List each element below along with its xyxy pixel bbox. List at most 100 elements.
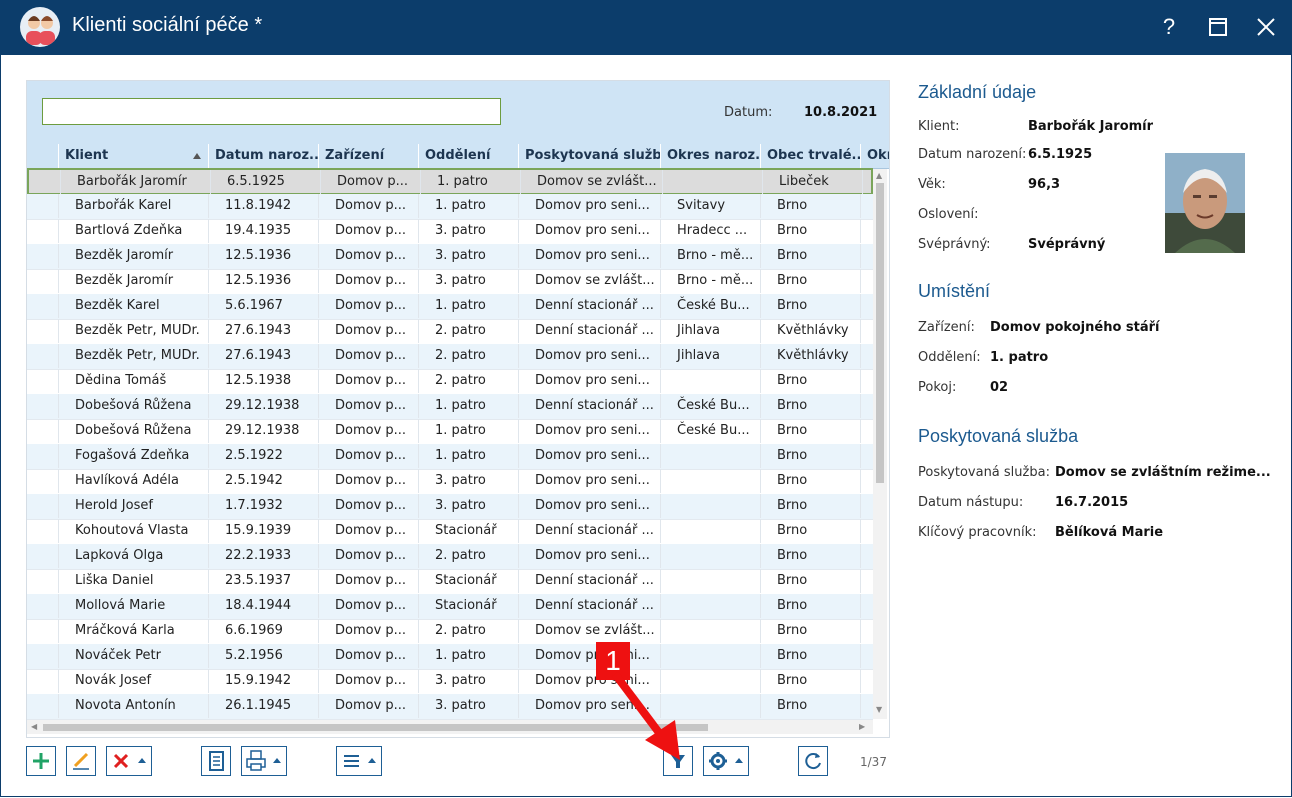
table-row[interactable]: Bartlová Zdeňka 19.4.1935 Domov p... 3. pat… xyxy=(27,219,873,245)
print-button[interactable] xyxy=(241,746,287,776)
edit-button[interactable] xyxy=(66,746,96,776)
cell-datum-narozeni: 29.12.1938 xyxy=(208,394,318,418)
table-row[interactable]: Kohoutová Vlasta 15.9.1939 Domov p... Staci… xyxy=(27,519,873,545)
delete-button[interactable] xyxy=(106,746,152,776)
cell-poskytovana-sluzba: Domov pro seni... xyxy=(518,469,660,493)
scroll-down-icon[interactable]: ▼ xyxy=(876,705,882,714)
table-row[interactable]: Barbořák Karel 11.8.1942 Domov p... 1. patr… xyxy=(27,194,873,220)
scroll-right-icon[interactable]: ▶ xyxy=(859,722,865,731)
header-okres[interactable]: Okr xyxy=(860,144,889,168)
cell-oddeleni: 1. patro xyxy=(418,644,518,668)
cell-okres-narozeni xyxy=(660,619,760,643)
competent-value: Svéprávný xyxy=(1028,237,1106,252)
cell-obec-trvale: Brno xyxy=(760,294,860,318)
row-indicator xyxy=(27,494,58,518)
cell-okres-narozeni xyxy=(660,369,760,393)
table-row[interactable]: Liška Daniel 23.5.1937 Domov p... Stacionář… xyxy=(27,569,873,595)
close-button[interactable] xyxy=(1250,12,1282,42)
cell-poskytovana-sluzba: Domov pro seni... xyxy=(518,644,660,668)
service-label: Poskytovaná služba: xyxy=(918,465,1050,480)
table-row[interactable]: Bezděk Jaromír 12.5.1936 Domov p... 3. patr… xyxy=(27,244,873,270)
scroll-left-icon[interactable]: ◀ xyxy=(31,722,37,731)
cell-poskytovana-sluzba: Domov pro seni... xyxy=(518,544,660,568)
cell-obec-trvale: Brno xyxy=(760,619,860,643)
cell-datum-narozeni: 11.8.1942 xyxy=(208,194,318,218)
cell-okres-narozeni xyxy=(660,569,760,593)
cell-poskytovana-sluzba: Denní stacionář ... xyxy=(518,594,660,618)
cell-obec-trvale: Brno xyxy=(760,394,860,418)
cell-obec-trvale: Květhlávky xyxy=(760,344,860,368)
header-zarizeni[interactable]: Zařízení xyxy=(318,144,418,168)
table-row[interactable]: Dobešová Růžena 29.12.1938 Domov p... 1. pa… xyxy=(27,394,873,420)
menu-button[interactable] xyxy=(336,746,382,776)
salutation-label: Oslovení: xyxy=(918,207,979,222)
row-indicator xyxy=(27,219,58,243)
maximize-button[interactable] xyxy=(1202,12,1234,42)
table-row[interactable]: Bezděk Petr, MUDr. 27.6.1943 Domov p... 2. … xyxy=(27,319,873,345)
cell-zarizeni: Domov p... xyxy=(318,669,418,693)
row-indicator xyxy=(27,294,58,318)
table-row[interactable]: Dědina Tomáš 12.5.1938 Domov p... 2. patro D… xyxy=(27,369,873,395)
document-button[interactable] xyxy=(201,746,231,776)
header-oddeleni[interactable]: Oddělení xyxy=(418,144,518,168)
cell-klient: Bezděk Petr, MUDr. xyxy=(58,344,208,368)
search-input[interactable] xyxy=(42,98,501,125)
table-row[interactable]: Lapková Olga 22.2.1933 Domov p... 2. patro D… xyxy=(27,544,873,570)
cell-oddeleni: 2. patro xyxy=(418,344,518,368)
window-title: Klienti sociální péče * xyxy=(72,14,263,36)
header-klient[interactable]: Klient xyxy=(58,144,208,168)
row-indicator xyxy=(27,194,58,218)
cell-klient: Lapková Olga xyxy=(58,544,208,568)
row-indicator xyxy=(27,344,58,368)
age-value: 96,3 xyxy=(1028,177,1061,192)
cell-oddeleni: 3. patro xyxy=(418,494,518,518)
table-row[interactable]: Novota Antonín 26.1.1945 Domov p... 3. patr… xyxy=(27,694,873,720)
table-row[interactable]: Novák Josef 15.9.1942 Domov p... 3. patro Do… xyxy=(27,669,873,695)
cell-obec-trvale: Brno xyxy=(760,419,860,443)
header-datum-narozeni[interactable]: Datum naroz... xyxy=(208,144,318,168)
cell-okres-narozeni xyxy=(660,494,760,518)
cell-zarizeni: Domov p... xyxy=(318,694,418,718)
table-row[interactable]: Bezděk Petr, MUDr. 27.6.1943 Domov p... 2. … xyxy=(27,344,873,370)
client-label: Klient: xyxy=(918,119,960,134)
header-poskytovana-sluzba[interactable]: Poskytovaná služba xyxy=(518,144,660,168)
cell-datum-narozeni: 15.9.1939 xyxy=(208,519,318,543)
cell-datum-narozeni: 5.6.1967 xyxy=(208,294,318,318)
vertical-scroll-thumb[interactable] xyxy=(876,183,884,483)
add-button[interactable] xyxy=(26,746,56,776)
cell-datum-narozeni: 6.5.1925 xyxy=(210,170,320,194)
table-row[interactable]: Mráčková Karla 6.6.1969 Domov p... 2. patro… xyxy=(27,619,873,645)
table-row[interactable]: Dobešová Růžena 29.12.1938 Domov p... 1. pa… xyxy=(27,419,873,445)
cell-obec-trvale: Brno xyxy=(760,519,860,543)
vertical-scrollbar[interactable]: ▲ ▼ xyxy=(873,169,887,719)
cell-zarizeni: Domov p... xyxy=(318,469,418,493)
refresh-button[interactable] xyxy=(798,746,828,776)
table-row[interactable]: Herold Josef 1.7.1932 Domov p... 3. patro Do… xyxy=(27,494,873,520)
header-obec-trvale[interactable]: Obec trvalé... xyxy=(760,144,860,168)
horizontal-scrollbar[interactable]: ◀ ▶ xyxy=(27,720,873,734)
table-row[interactable]: Barbořák Jaromír 6.5.1925 Domov p... 1. pat… xyxy=(27,168,873,195)
table-row[interactable]: Havlíková Adéla 2.5.1942 Domov p... 3. patr… xyxy=(27,469,873,495)
row-indicator xyxy=(27,469,58,493)
cell-datum-narozeni: 5.2.1956 xyxy=(208,644,318,668)
header-okres-narozeni[interactable]: Okres naroz... xyxy=(660,144,760,168)
cell-oddeleni: 3. patro xyxy=(418,219,518,243)
grid-header: Klient Datum naroz... Zařízení Oddělení … xyxy=(27,144,889,169)
cell-okres-narozeni: České Bu... xyxy=(660,419,760,443)
table-row[interactable]: Nováček Petr 5.2.1956 Domov p... 1. patro Do… xyxy=(27,644,873,670)
page-count: 1/37 xyxy=(860,755,887,769)
scroll-up-icon[interactable]: ▲ xyxy=(876,171,882,180)
settings-button[interactable] xyxy=(703,746,749,776)
table-row[interactable]: Fogašová Zdeňka 2.5.1922 Domov p... 1. patr… xyxy=(27,444,873,470)
dob-label: Datum narození: xyxy=(918,147,1027,162)
section-title-service: Poskytovaná služba xyxy=(918,426,1079,446)
cell-okres-narozeni: Jihlava xyxy=(660,344,760,368)
table-row[interactable]: Bezděk Jaromír 12.5.1936 Domov p... 3. patr… xyxy=(27,269,873,295)
table-row[interactable]: Bezděk Karel 5.6.1967 Domov p... 1. patro De… xyxy=(27,294,873,320)
cell-poskytovana-sluzba: Domov pro seni... xyxy=(518,444,660,468)
cell-oddeleni: 1. patro xyxy=(418,444,518,468)
table-row[interactable]: Mollová Marie 18.4.1944 Domov p... Stacioná… xyxy=(27,594,873,620)
cell-okres-narozeni: Brno - mě... xyxy=(660,269,760,293)
help-button[interactable]: ? xyxy=(1153,12,1185,42)
cell-datum-narozeni: 12.5.1936 xyxy=(208,244,318,268)
